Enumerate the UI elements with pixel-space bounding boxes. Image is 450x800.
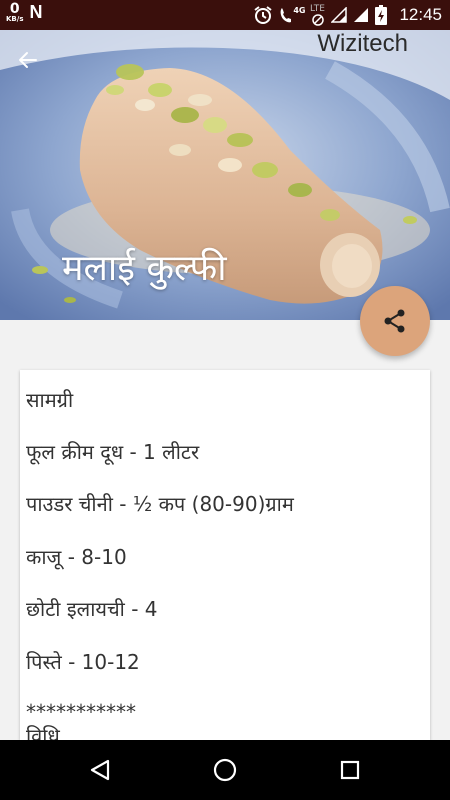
- data-saver-icon: LTE: [309, 4, 325, 26]
- signal-strength-icon-1: [331, 7, 348, 23]
- network-speed-indicator: 0 KB/s: [6, 2, 23, 23]
- square-recents-icon: [340, 760, 360, 780]
- separator-text: ***********: [26, 700, 136, 724]
- alarm-icon: [253, 5, 273, 25]
- nav-recents-button[interactable]: [335, 755, 365, 785]
- wifi-calling-icon: 4G: [279, 6, 305, 24]
- status-left: 0 KB/s N: [6, 2, 42, 23]
- triangle-back-icon: [90, 759, 110, 781]
- hero-image: Wizitech मलाई कुल्फी: [0, 30, 450, 320]
- network-speed-unit: KB/s: [6, 15, 24, 23]
- battery-charging-icon: [375, 5, 388, 25]
- back-button[interactable]: [18, 50, 48, 80]
- status-bar: 0 KB/s N 4G LTE 12:45: [0, 0, 450, 30]
- navigation-bar: [0, 740, 450, 800]
- ingredients-heading: सामग्री: [26, 388, 74, 412]
- ingredient-item-milk: फूल क्रीम दूध - 1 लीटर: [26, 440, 200, 464]
- recipe-title: मलाई कुल्फी: [62, 248, 227, 289]
- ingredient-item-sugar: पाउडर चीनी - ½ कप (80-90)ग्राम: [26, 492, 294, 516]
- recipe-card: सामग्री फूल क्रीम दूध - 1 लीटर पाउडर चीन…: [20, 370, 430, 740]
- ingredient-item-cardamom: छोटी इलायची - 4: [26, 597, 158, 621]
- method-heading: विधि: [26, 724, 60, 740]
- status-time: 12:45: [399, 5, 442, 24]
- nav-back-button[interactable]: [85, 755, 115, 785]
- share-icon: [384, 309, 405, 333]
- lte-label: LTE: [309, 4, 325, 14]
- nav-home-button[interactable]: [210, 755, 240, 785]
- arrow-left-icon: [19, 52, 37, 68]
- app-notification-icon: N: [29, 2, 43, 22]
- watermark-text: Wizitech: [317, 30, 408, 57]
- status-right: 4G LTE 12:45: [253, 4, 442, 26]
- signal-strength-icon-2: [353, 7, 369, 23]
- circle-home-icon: [213, 758, 237, 782]
- share-button[interactable]: [360, 286, 430, 356]
- ingredient-item-cashew: काजू - 8-10: [26, 545, 127, 569]
- network-type-label: 4G: [293, 6, 306, 15]
- ingredient-item-pistachio: पिस्ते - 10-12: [26, 650, 140, 674]
- network-speed-value: 0: [9, 1, 20, 17]
